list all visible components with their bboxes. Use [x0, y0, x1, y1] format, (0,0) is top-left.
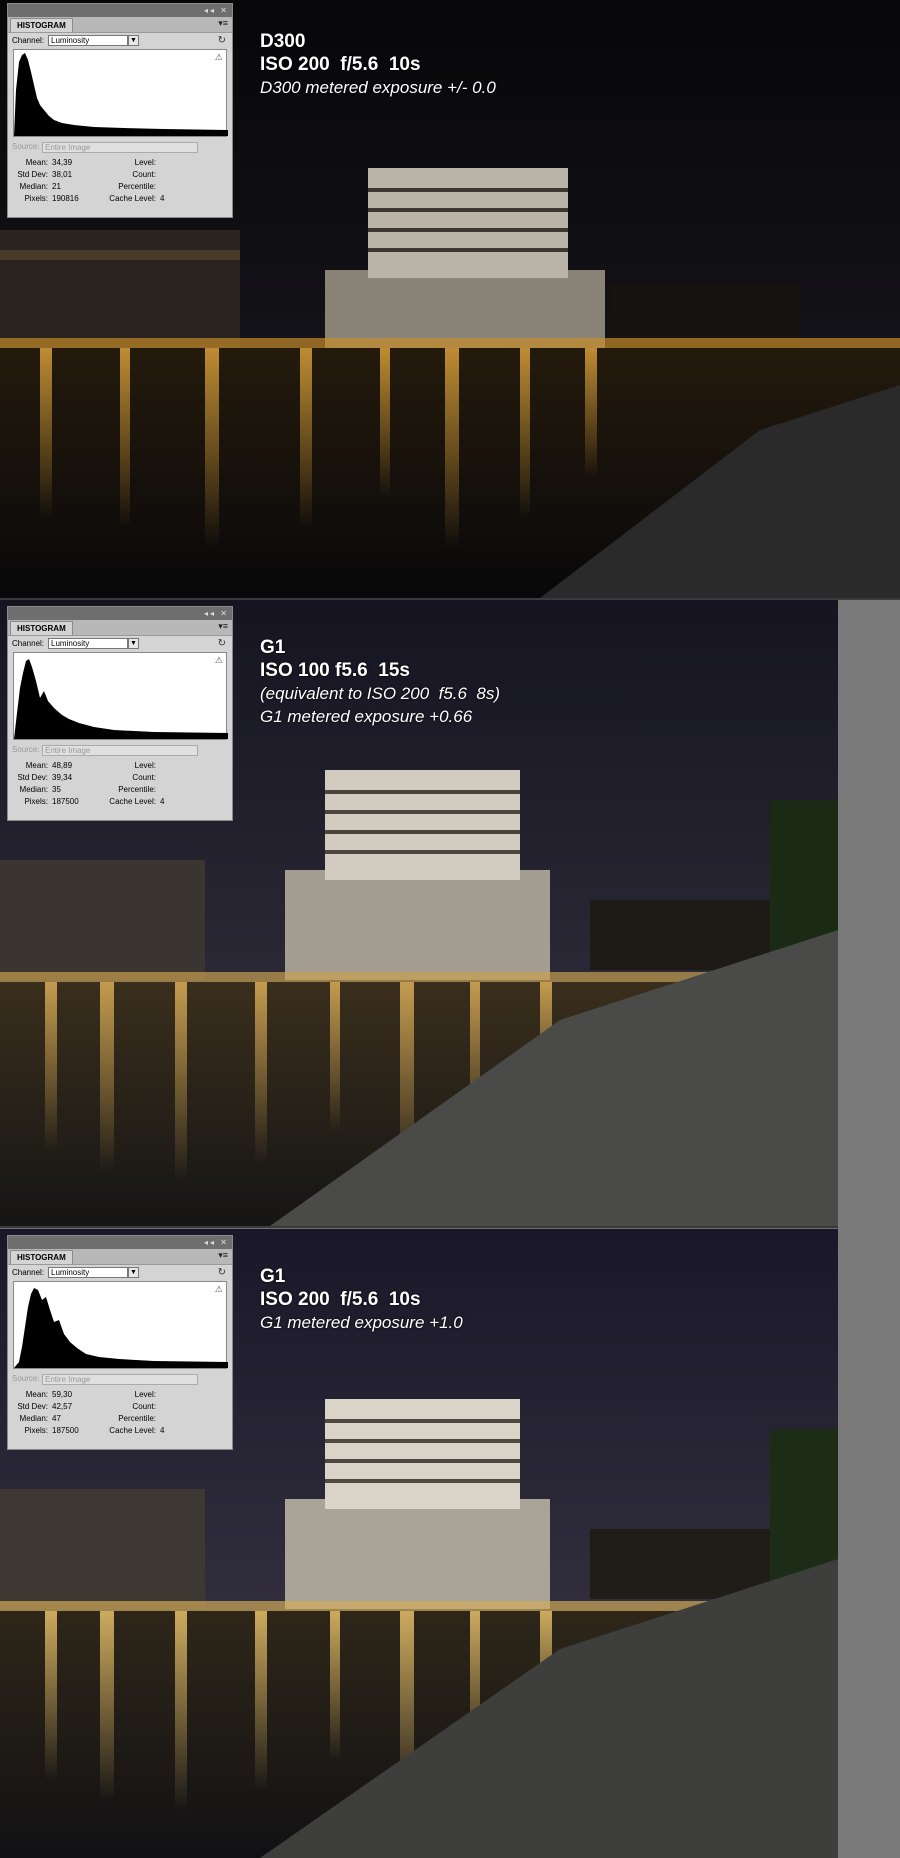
refresh-icon[interactable]: ↻ — [218, 638, 226, 649]
histogram-palette: ◂◂ ✕ HISTOGRAM ▾≡ Channel: Luminosity ▼ ↻ ⚠ … — [7, 606, 233, 821]
channel-label: Channel: — [12, 1268, 45, 1277]
source-label: Source: — [12, 1374, 40, 1383]
pixels-value: 190816 — [52, 194, 79, 203]
histogram-graph: ⚠ — [13, 1281, 228, 1369]
std-dev-value: 39,34 — [52, 773, 73, 782]
exposure-note: G1 metered exposure +0.66 — [260, 707, 473, 726]
photo-panel-d300: D300 ISO 200 f/5.6 10s D300 metered expo… — [0, 0, 900, 598]
histogram-graph: ⚠ — [13, 652, 228, 740]
mean-value: 59,30 — [52, 1390, 73, 1399]
divider — [0, 1226, 838, 1228]
channel-label: Channel: — [12, 639, 45, 648]
palette-titlebar[interactable]: ◂◂ ✕ — [8, 1236, 232, 1249]
collapse-close-icon[interactable]: ◂◂ ✕ — [204, 6, 229, 15]
source-select[interactable]: Entire Image — [42, 142, 198, 153]
channel-label: Channel: — [12, 36, 45, 45]
histogram-stats: Mean: 48,89 Std Dev: 39,34 Median: 35 Pixel… — [17, 761, 165, 806]
channel-select[interactable]: Luminosity — [48, 638, 128, 649]
channel-select[interactable]: Luminosity — [48, 1267, 128, 1278]
exposure-settings: ISO 200 f/5.6 10s — [260, 54, 421, 75]
median-value: 47 — [52, 1414, 61, 1423]
warning-icon: ⚠ — [214, 655, 223, 665]
histogram-palette: ◂◂ ✕ HISTOGRAM ▾≡ Channel: Luminosity ▼ ↻ ⚠ … — [7, 1235, 233, 1450]
panel-menu-icon[interactable]: ▾≡ — [218, 1250, 228, 1261]
histogram-tab[interactable]: HISTOGRAM — [10, 18, 73, 32]
cache-level-value: 4 — [160, 1426, 165, 1435]
exposure-caption: D300 ISO 200 f/5.6 10s D300 metered expo… — [260, 30, 496, 99]
collapse-close-icon[interactable]: ◂◂ ✕ — [204, 1238, 229, 1247]
palette-titlebar[interactable]: ◂◂ ✕ — [8, 607, 232, 620]
channel-select[interactable]: Luminosity — [48, 35, 128, 46]
std-dev-value: 38,01 — [52, 170, 73, 179]
panel-menu-icon[interactable]: ▾≡ — [218, 18, 228, 29]
histogram-tab[interactable]: HISTOGRAM — [10, 621, 73, 635]
cache-level-value: 4 — [160, 194, 165, 203]
source-label: Source: — [12, 142, 40, 151]
histogram-tab[interactable]: HISTOGRAM — [10, 1250, 73, 1264]
gray-margin — [838, 600, 900, 1858]
warning-icon: ⚠ — [214, 52, 223, 62]
cache-level-value: 4 — [160, 797, 165, 806]
camera-title: G1 — [260, 1266, 286, 1287]
panel-menu-icon[interactable]: ▾≡ — [218, 621, 228, 632]
palette-titlebar[interactable]: ◂◂ ✕ — [8, 4, 232, 17]
exposure-caption: G1 ISO 100 f5.6 15s (equivalent to ISO 2… — [260, 636, 500, 728]
source-select[interactable]: Entire Image — [42, 1374, 198, 1385]
chevron-down-icon[interactable]: ▼ — [128, 1267, 139, 1278]
refresh-icon[interactable]: ↻ — [218, 35, 226, 46]
camera-title: G1 — [260, 637, 286, 658]
exposure-note-equivalent: (equivalent to ISO 200 f5.6 8s) — [260, 684, 501, 703]
pixels-value: 187500 — [52, 797, 79, 806]
exposure-note: D300 metered exposure +/- 0.0 — [260, 78, 496, 97]
mean-value: 34,39 — [52, 158, 73, 167]
collapse-close-icon[interactable]: ◂◂ ✕ — [204, 609, 229, 618]
photo-panel-g1-iso200: G1 ISO 200 f/5.6 10s G1 metered exposure… — [0, 1229, 838, 1858]
std-dev-value: 42,57 — [52, 1402, 73, 1411]
exposure-settings: ISO 200 f/5.6 10s — [260, 1289, 421, 1310]
chevron-down-icon[interactable]: ▼ — [128, 638, 139, 649]
pixels-value: 187500 — [52, 1426, 79, 1435]
histogram-palette: ◂◂ ✕ HISTOGRAM ▾≡ Channel: Luminosity ▼ ↻ ⚠ … — [7, 3, 233, 218]
source-label: Source: — [12, 745, 40, 754]
histogram-stats: Mean: 59,30 Std Dev: 42,57 Median: 47 Pixel… — [17, 1390, 165, 1435]
camera-title: D300 — [260, 31, 306, 52]
photo-panel-g1-iso100: G1 ISO 100 f5.6 15s (equivalent to ISO 2… — [0, 600, 838, 1226]
exposure-caption: G1 ISO 200 f/5.6 10s G1 metered exposure… — [260, 1265, 463, 1334]
exposure-note: G1 metered exposure +1.0 — [260, 1313, 463, 1332]
exposure-settings: ISO 100 f5.6 15s — [260, 660, 410, 681]
source-select[interactable]: Entire Image — [42, 745, 198, 756]
refresh-icon[interactable]: ↻ — [218, 1267, 226, 1278]
chevron-down-icon[interactable]: ▼ — [128, 35, 139, 46]
warning-icon: ⚠ — [214, 1284, 223, 1294]
histogram-stats: Mean: 34,39 Std Dev: 38,01 Median: 21 Pixel… — [17, 158, 165, 203]
mean-value: 48,89 — [52, 761, 73, 770]
median-value: 35 — [52, 785, 61, 794]
histogram-graph: ⚠ — [13, 49, 228, 137]
median-value: 21 — [52, 182, 61, 191]
